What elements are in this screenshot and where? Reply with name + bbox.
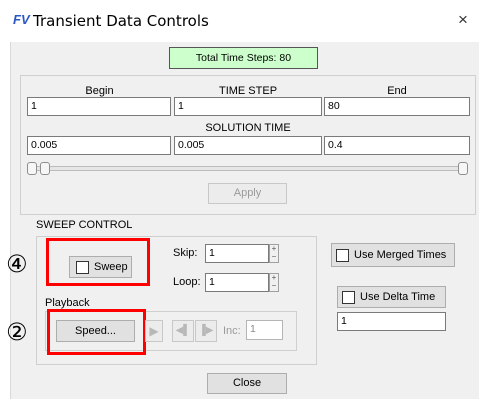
- slider-begin-handle[interactable]: [27, 162, 37, 175]
- sweep-label: Sweep: [94, 261, 128, 273]
- window-title: Transient Data Controls: [33, 12, 209, 30]
- playback-label: Playback: [45, 297, 90, 309]
- close-button[interactable]: Close: [207, 373, 287, 394]
- use-merged-times-button[interactable]: Use Merged Times: [331, 243, 455, 267]
- sweep-control-label: SWEEP CONTROL: [36, 219, 133, 231]
- slider-end-handle[interactable]: [458, 162, 468, 175]
- delta-time-checkbox-icon: [342, 291, 355, 304]
- play-forward-button[interactable]: ▶: [145, 320, 163, 342]
- time-step-label: TIME STEP: [218, 85, 278, 97]
- skip-input[interactable]: 1: [205, 244, 269, 263]
- skip-spin-arrows[interactable]: + −: [269, 244, 279, 263]
- skip-label: Skip:: [173, 247, 198, 259]
- total-steps-display: Total Time Steps: 80: [169, 47, 318, 69]
- speed-button[interactable]: Speed...: [56, 320, 135, 342]
- time-slider-track[interactable]: [32, 166, 466, 171]
- play-icon: ▶: [149, 324, 159, 338]
- time-step-input[interactable]: 1: [174, 97, 322, 116]
- end-step-input[interactable]: 80: [324, 97, 470, 116]
- end-label: End: [387, 85, 407, 97]
- inc-input[interactable]: 1: [246, 320, 283, 340]
- begin-step-input[interactable]: 1: [27, 97, 171, 116]
- close-window-icon[interactable]: ×: [458, 10, 468, 30]
- loop-label: Loop:: [173, 276, 201, 288]
- solution-time-input[interactable]: 0.005: [174, 136, 322, 155]
- merged-times-label: Use Merged Times: [354, 249, 447, 261]
- merged-times-checkbox-icon: [336, 249, 349, 262]
- slider-current-handle[interactable]: [40, 162, 50, 175]
- sweep-button[interactable]: Sweep: [69, 256, 132, 278]
- step-backward-button[interactable]: ◀▌: [172, 320, 194, 342]
- step-forward-icon: ▐▶: [198, 325, 214, 336]
- solution-time-label: SOLUTION TIME: [205, 122, 291, 134]
- step-forward-button[interactable]: ▐▶: [195, 320, 217, 342]
- sweep-checkbox-icon: [76, 261, 89, 274]
- annotation-number-4: ④: [6, 250, 28, 278]
- apply-button[interactable]: Apply: [208, 183, 287, 204]
- begin-label: Begin: [85, 85, 114, 97]
- annotation-number-2: ②: [6, 318, 28, 346]
- delta-time-label: Use Delta Time: [360, 291, 436, 303]
- loop-spin-arrows[interactable]: + −: [269, 273, 279, 292]
- begin-time-input[interactable]: 0.005: [27, 136, 171, 155]
- end-time-input[interactable]: 0.4: [324, 136, 470, 155]
- use-delta-time-button[interactable]: Use Delta Time: [337, 286, 446, 308]
- delta-time-input[interactable]: 1: [337, 312, 446, 331]
- inc-label: Inc:: [223, 325, 241, 337]
- step-back-icon: ◀▌: [175, 325, 191, 336]
- app-logo: FV: [13, 12, 30, 27]
- loop-input[interactable]: 1: [205, 273, 269, 292]
